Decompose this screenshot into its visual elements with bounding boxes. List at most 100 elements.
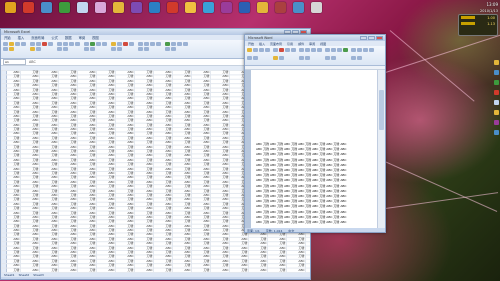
tab-0[interactable]: 开始 <box>248 42 254 46</box>
tab-3[interactable]: 公式 <box>51 35 58 40</box>
desktop-shortcut-icon[interactable] <box>110 2 126 24</box>
shortcut-glyph-icon <box>184 2 196 13</box>
shortcut-glyph-icon <box>292 2 304 13</box>
table-cell[interactable]: ABC <box>102 268 121 272</box>
font-group[interactable] <box>273 48 297 63</box>
maximize-button[interactable] <box>368 36 375 40</box>
editing-group[interactable] <box>165 42 189 51</box>
tab-4[interactable]: 邮件 <box>298 42 304 46</box>
word-title: Microsoft Word <box>248 36 273 40</box>
shortcut-glyph-icon <box>112 2 124 13</box>
status-item: 字数: 1,024 <box>265 228 283 233</box>
desktop-shortcut-icon[interactable] <box>38 2 54 24</box>
table-cell[interactable]: 刀锋 <box>235 268 254 272</box>
tray-icon[interactable] <box>493 70 499 75</box>
tray-icon[interactable] <box>493 110 499 115</box>
table-cell[interactable]: 刀锋 <box>83 268 102 272</box>
sidebar-tray <box>492 60 500 275</box>
styles-group[interactable] <box>325 48 349 63</box>
word-window-controls <box>360 36 383 40</box>
table-cell[interactable]: ABC <box>178 268 197 272</box>
table-cell[interactable]: 刀锋 <box>121 268 140 272</box>
table-cell[interactable]: ABC <box>26 268 45 272</box>
shortcut-glyph-icon <box>274 2 286 13</box>
desktop-shortcut-icon[interactable] <box>128 2 144 24</box>
desktop-shortcut-icon[interactable] <box>254 2 270 24</box>
desktop-shortcut-icon[interactable] <box>56 2 72 24</box>
alignment-group[interactable] <box>57 42 81 51</box>
vertical-scrollbar[interactable] <box>377 70 385 228</box>
table-cell[interactable]: ABC <box>292 268 310 272</box>
table-row: 刀锋ABC刀锋ABC刀锋ABC刀锋ABC刀锋ABC刀锋ABC刀锋ABC刀锋ABC <box>7 268 310 272</box>
table-cell[interactable]: 刀锋 <box>197 268 216 272</box>
shortcut-glyph-icon <box>94 2 106 13</box>
tray-icon[interactable] <box>493 130 499 135</box>
tray-icon[interactable] <box>493 60 499 65</box>
desktop-shortcut-icon[interactable] <box>290 2 306 24</box>
tray-icon[interactable] <box>493 100 499 105</box>
shortcut-glyph-icon <box>40 2 52 13</box>
table-cell[interactable]: 刀锋 <box>45 268 64 272</box>
desktop-shortcut-icon[interactable] <box>236 2 252 24</box>
desktop-shortcut-icon[interactable] <box>146 2 162 24</box>
cells-group[interactable] <box>138 42 162 51</box>
document-page[interactable]: ABC 刀锋 ABC 刀锋 ABC 刀锋 ABC 刀锋 ABC 刀锋 ABC 刀… <box>251 70 379 228</box>
tab-2[interactable]: 页面布局 <box>31 35 44 40</box>
desktop-shortcut-icon[interactable] <box>2 2 18 24</box>
word-window[interactable]: Microsoft Word 开始 插入 页面布局 引用 邮件 审阅 视图 ABC 刀锋 A… <box>244 34 386 233</box>
tray-icon[interactable] <box>493 90 499 95</box>
tab-1[interactable]: 插入 <box>18 35 25 40</box>
tab-4[interactable]: 数据 <box>65 35 72 40</box>
shortcut-glyph-icon <box>256 2 268 13</box>
table-cell[interactable]: ABC <box>140 268 159 272</box>
number-group[interactable] <box>84 42 108 51</box>
word-status-bar: 页面: 1/1 字数: 1,024 中文 <box>245 228 385 233</box>
tab-0[interactable]: 开始 <box>4 35 11 40</box>
desktop-shortcut-icon[interactable] <box>74 2 90 24</box>
formula-input[interactable]: ABC <box>29 60 36 64</box>
close-button[interactable] <box>376 36 383 40</box>
excel-status-bar <box>1 277 310 279</box>
clipboard-group[interactable] <box>247 48 271 63</box>
shortcut-glyph-icon <box>220 2 232 13</box>
minimize-button[interactable] <box>360 36 367 40</box>
desktop-shortcut-icon[interactable] <box>20 2 36 24</box>
tab-5[interactable]: 审阅 <box>79 35 86 40</box>
desktop-shortcut-icon[interactable] <box>182 2 198 24</box>
table-cell[interactable]: ABC <box>216 268 235 272</box>
scroll-thumb[interactable] <box>379 90 384 130</box>
clipboard-group[interactable] <box>3 42 27 51</box>
table-cell[interactable]: 刀锋 <box>7 268 26 272</box>
tab-1[interactable]: 插入 <box>259 42 265 46</box>
status-item: 中文 <box>288 228 295 233</box>
desktop-shortcut-icon[interactable] <box>164 2 180 24</box>
gadget-value: 1.00 <box>487 16 495 20</box>
table-cell[interactable]: 刀锋 <box>273 268 292 272</box>
table-cell[interactable]: ABC <box>254 268 273 272</box>
tab-3[interactable]: 引用 <box>287 42 293 46</box>
tray-icon[interactable] <box>493 80 499 85</box>
desktop-shortcut-icon[interactable] <box>218 2 234 24</box>
shortcut-glyph-icon <box>76 2 88 13</box>
tab-6[interactable]: 视图 <box>92 35 99 40</box>
tray-icon[interactable] <box>493 120 499 125</box>
styles-group[interactable] <box>111 42 135 51</box>
paragraph-group[interactable] <box>299 48 323 63</box>
desktop-shortcut-icon[interactable] <box>200 2 216 24</box>
document-area[interactable]: ABC 刀锋 ABC 刀锋 ABC 刀锋 ABC 刀锋 ABC 刀锋 ABC 刀… <box>245 70 379 228</box>
editing-group[interactable] <box>351 48 375 63</box>
name-box[interactable]: A1 <box>3 59 26 65</box>
desktop-shortcut-icon[interactable] <box>308 2 324 24</box>
tab-2[interactable]: 页面布局 <box>270 42 282 46</box>
word-ribbon <box>245 46 385 66</box>
desktop-icon-bar <box>0 0 500 27</box>
table-cell[interactable]: ABC <box>64 268 83 272</box>
shortcut-glyph-icon <box>310 2 322 13</box>
desktop-shortcut-icon[interactable] <box>272 2 288 24</box>
font-group[interactable] <box>30 42 54 51</box>
currency-gadget[interactable]: 1.00 1.13 <box>458 14 498 36</box>
tab-6[interactable]: 视图 <box>320 42 326 46</box>
desktop-shortcut-icon[interactable] <box>92 2 108 24</box>
table-cell[interactable]: 刀锋 <box>159 268 178 272</box>
tab-5[interactable]: 审阅 <box>309 42 315 46</box>
